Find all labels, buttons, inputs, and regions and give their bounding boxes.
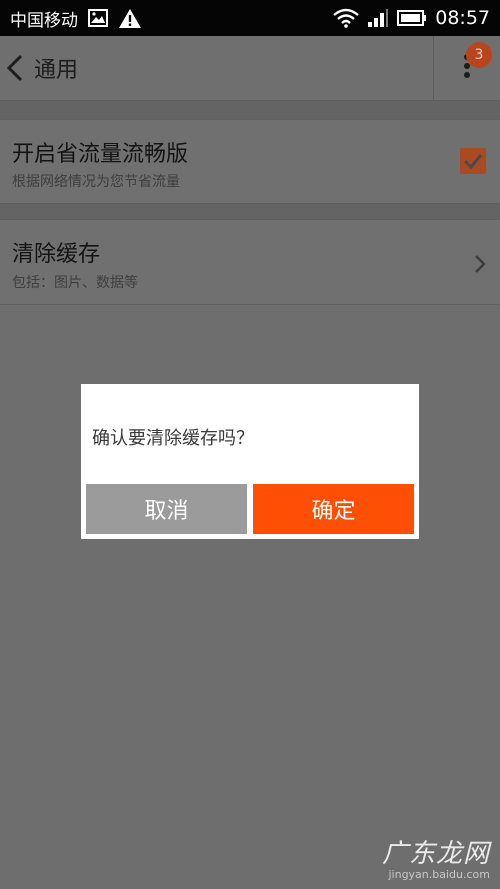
warning-icon: [118, 8, 142, 29]
section-divider: [0, 204, 500, 219]
checkmark-icon: [463, 154, 483, 169]
back-arrow-icon: [6, 53, 24, 83]
carrier-name: 中国移动: [10, 10, 78, 31]
back-button[interactable]: 通用: [0, 36, 78, 100]
watermark-text: 广东龙网: [381, 839, 490, 869]
status-bar-right: 08:57: [333, 0, 490, 36]
watermark: 广东龙网 jingyan.baidu.com: [382, 833, 490, 881]
setting-row-data-saver[interactable]: 开启省流量流畅版 根据网络情况为您节省流量: [0, 119, 500, 204]
page-title: 通用: [34, 58, 79, 83]
dialog-message: 确认要清除缓存吗？: [92, 428, 254, 449]
setting-subtitle: 包括：图片、数据等: [12, 275, 138, 291]
status-bar-left: 中国移动: [10, 0, 142, 36]
status-bar: 中国移动 08:57: [0, 0, 500, 36]
battery-icon: [397, 9, 427, 27]
data-saver-checkbox[interactable]: [460, 148, 486, 174]
signal-icon: [367, 8, 389, 28]
watermark-url: jingyan.baidu.com: [388, 868, 490, 881]
chevron-right-icon: [474, 254, 486, 274]
section-divider: [0, 101, 500, 119]
setting-subtitle: 根据网络情况为您节省流量: [12, 174, 180, 190]
cancel-button[interactable]: 取消: [86, 484, 247, 534]
setting-title: 清除缓存: [12, 242, 101, 267]
setting-title: 开启省流量流畅版: [12, 142, 189, 167]
confirm-dialog: 确认要清除缓存吗？ 取消 确定: [81, 384, 419, 539]
image-icon: [88, 9, 108, 27]
confirm-button[interactable]: 确定: [253, 484, 414, 534]
notification-badge: 3: [466, 42, 492, 68]
clock: 08:57: [435, 7, 490, 29]
action-bar: 通用 3: [0, 36, 500, 101]
overflow-menu-button[interactable]: 3: [433, 36, 500, 100]
setting-row-clear-cache[interactable]: 清除缓存 包括：图片、数据等: [0, 219, 500, 305]
wifi-icon: [333, 8, 360, 28]
